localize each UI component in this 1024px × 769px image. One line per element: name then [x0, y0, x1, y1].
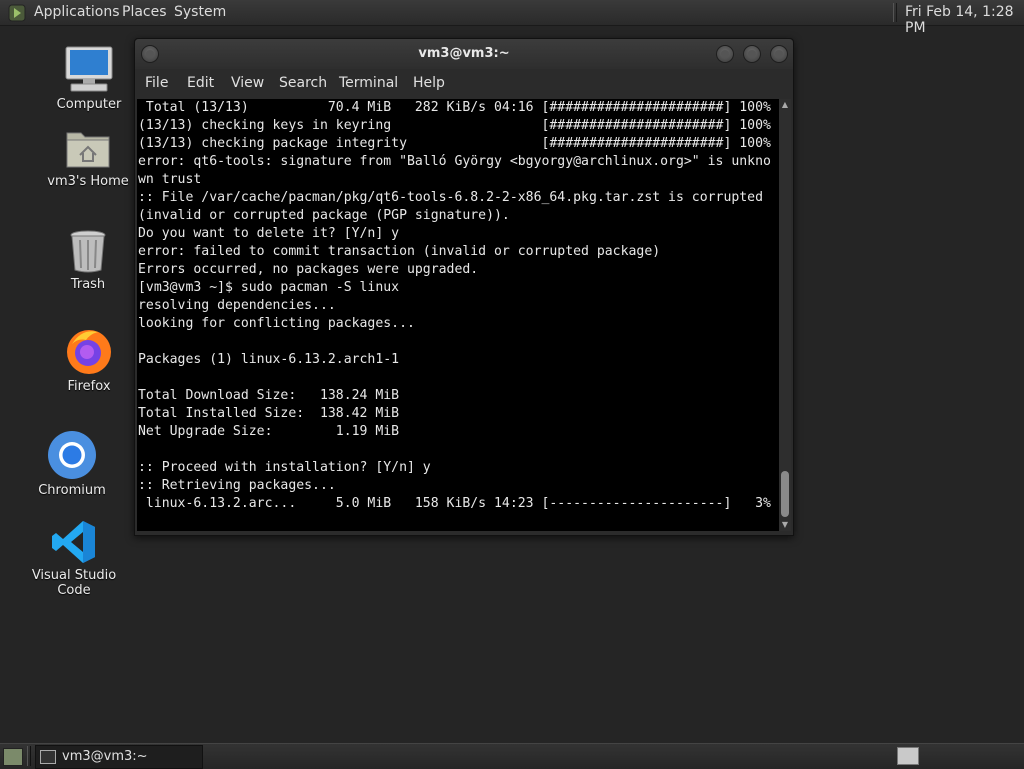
panel-separator [27, 746, 31, 766]
desktop-icon-label: Trash [70, 277, 106, 292]
desktop-icon-vscode[interactable]: Visual Studio Code [14, 519, 134, 598]
menu-applications[interactable]: Applications [34, 4, 120, 20]
menu-help[interactable]: Help [413, 75, 445, 91]
desktop-icon-label: Firefox [67, 379, 111, 394]
chromium-icon [48, 431, 96, 479]
menu-edit[interactable]: Edit [187, 75, 214, 91]
window-titlebar[interactable]: vm3@vm3:~ [135, 39, 793, 69]
menu-terminal[interactable]: Terminal [339, 75, 398, 91]
scroll-up-arrow-icon[interactable]: ▲ [780, 100, 790, 110]
terminal-menubar: File Edit View Search Terminal Help [135, 69, 793, 99]
firefox-icon [67, 330, 111, 374]
desktop-icon-label: vm3's Home [47, 174, 129, 189]
minimize-button[interactable] [716, 45, 734, 63]
desktop-icon-firefox[interactable]: Firefox [29, 326, 149, 394]
show-desktop-icon[interactable] [3, 748, 23, 766]
menu-file[interactable]: File [145, 75, 168, 91]
bottom-panel: vm3@vm3:~ [0, 743, 1024, 769]
desktop-icon-computer[interactable]: Computer [29, 44, 149, 112]
terminal-icon [40, 750, 56, 764]
clock[interactable]: Fri Feb 14, 1:28 PM [905, 4, 1024, 36]
home-folder-icon [66, 132, 110, 168]
computer-icon [65, 46, 113, 92]
trash-icon [70, 230, 106, 273]
desktop-icon-chromium[interactable]: Chromium [12, 430, 132, 498]
menu-places[interactable]: Places [122, 4, 167, 20]
desktop-icon-label: Computer [56, 97, 122, 112]
top-panel: Applications Places System Fri Feb 14, 1… [0, 0, 1024, 36]
taskbar-item-label: vm3@vm3:~ [62, 749, 148, 764]
terminal-window[interactable]: vm3@vm3:~ File Edit View Search Terminal… [134, 38, 794, 536]
menu-system[interactable]: System [174, 4, 226, 20]
desktop-icon-label: Chromium [38, 483, 106, 498]
scroll-down-arrow-icon[interactable]: ▼ [780, 520, 790, 530]
desktop-icon-label: Visual Studio Code [31, 568, 117, 598]
maximize-button[interactable] [743, 45, 761, 63]
desktop-icon-home[interactable]: vm3's Home [28, 127, 148, 189]
window-title: vm3@vm3:~ [418, 46, 510, 61]
taskbar-item-terminal[interactable]: vm3@vm3:~ [35, 745, 203, 769]
menu-view[interactable]: View [231, 75, 264, 91]
mate-logo-icon[interactable] [8, 4, 26, 22]
panel-separator [893, 3, 897, 22]
vscode-icon [52, 521, 95, 563]
scrollbar-thumb[interactable] [781, 471, 789, 517]
menu-search[interactable]: Search [279, 75, 327, 91]
workspace-switcher[interactable] [897, 747, 919, 765]
terminal-text: Total (13/13) 70.4 MiB 282 KiB/s 04:16 [… [138, 100, 771, 511]
terminal-output[interactable]: Total (13/13) 70.4 MiB 282 KiB/s 04:16 [… [137, 99, 779, 531]
close-button[interactable] [770, 45, 788, 63]
terminal-scrollbar[interactable]: ▲ ▼ [779, 99, 791, 531]
desktop-icon-trash[interactable]: Trash [28, 228, 148, 292]
